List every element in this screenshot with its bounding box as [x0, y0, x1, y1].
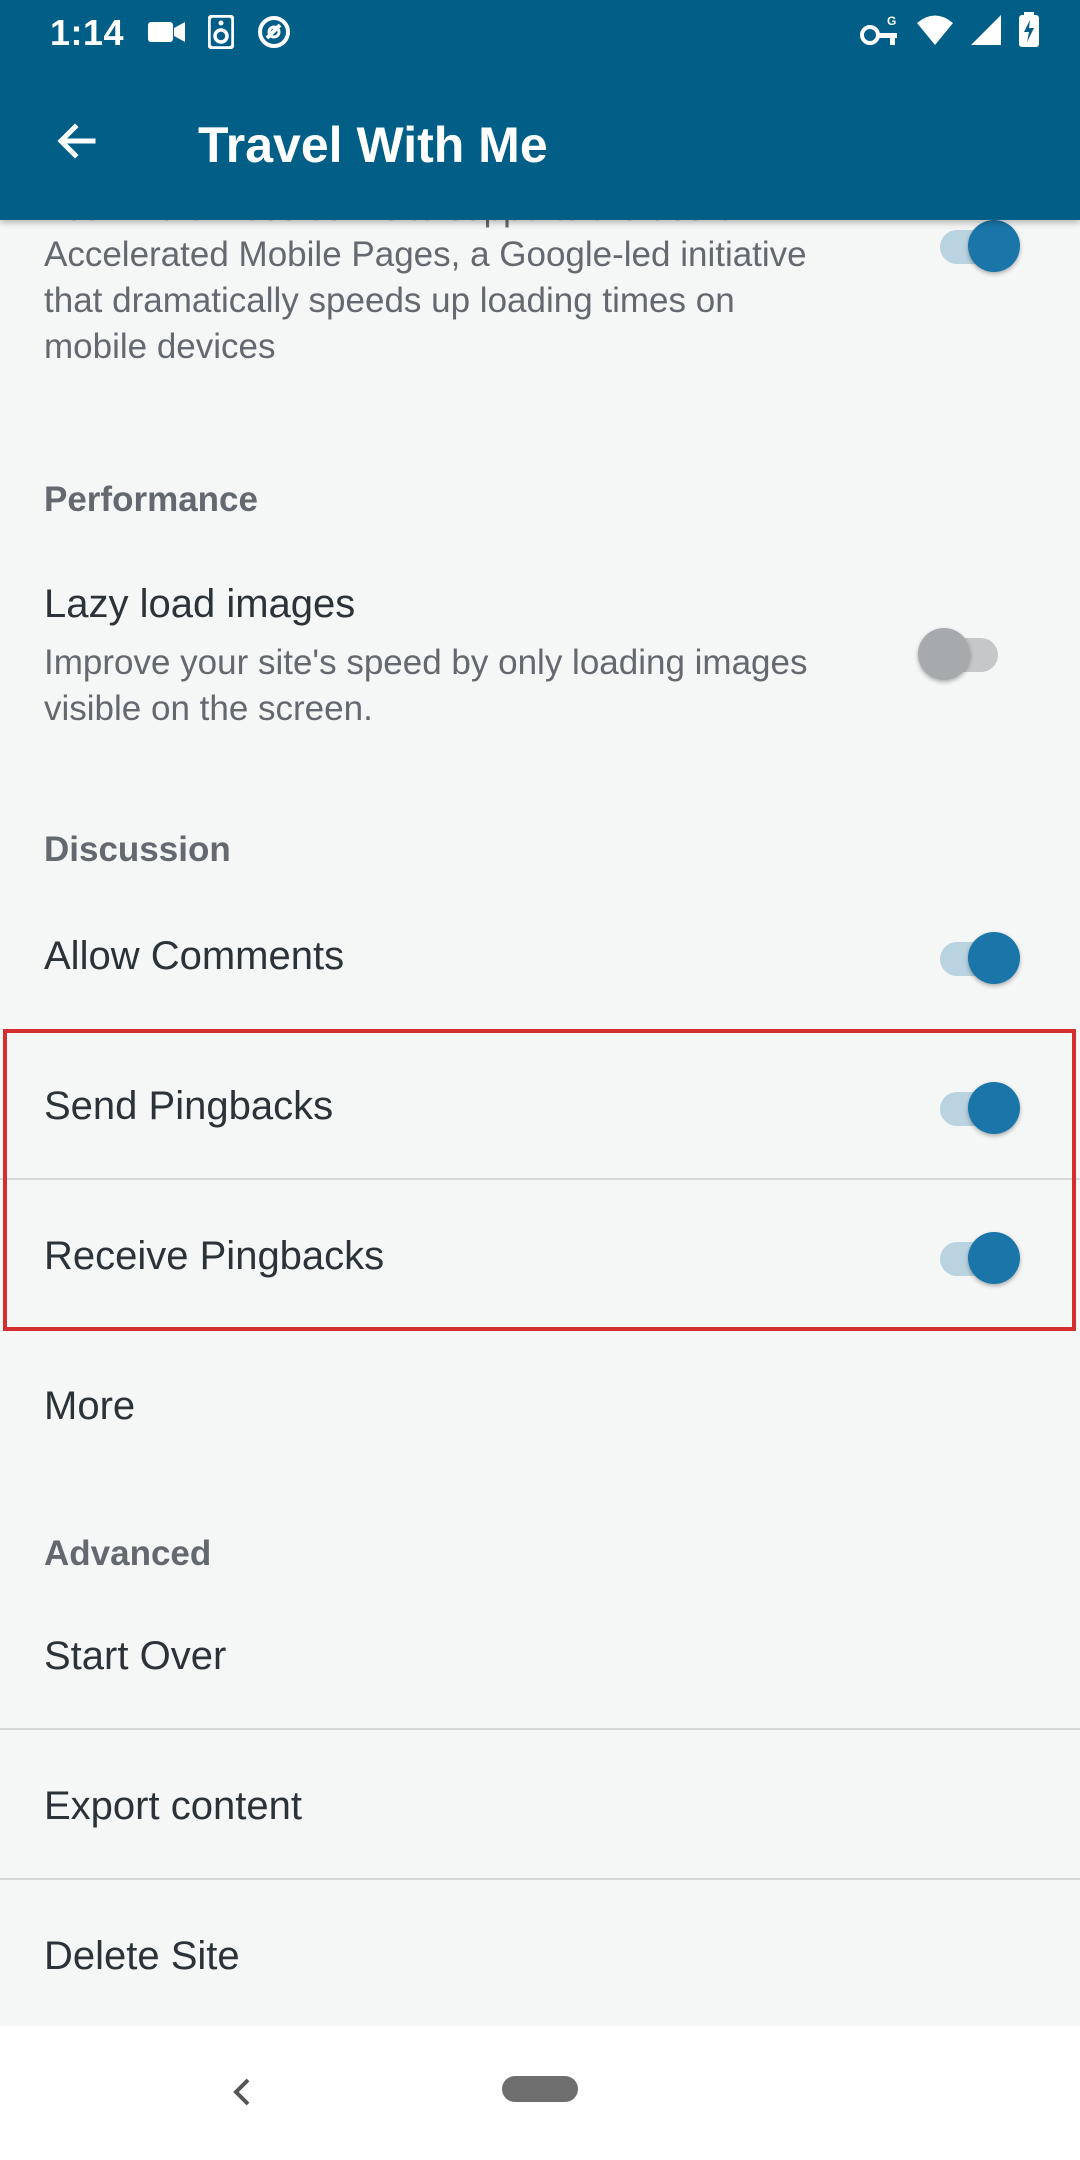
export-content-item[interactable]: Export content	[44, 1784, 302, 1829]
divider	[0, 1728, 1080, 1730]
start-over-item[interactable]: Start Over	[44, 1634, 226, 1679]
section-header-advanced: Advanced	[44, 1534, 212, 1573]
sync-icon	[256, 14, 292, 55]
vpn-key-icon: G	[860, 13, 900, 52]
battery-icon	[1018, 12, 1040, 53]
lazy-load-subtitle: Improve your site's speed by only loadin…	[44, 643, 808, 728]
divider	[0, 1878, 1080, 1880]
allow-comments-toggle[interactable]	[936, 922, 1020, 992]
video-icon	[148, 19, 186, 50]
delete-site-item[interactable]: Delete Site	[44, 1934, 240, 1979]
status-bar: 1:14 G	[0, 0, 1080, 66]
back-button[interactable]	[40, 106, 114, 180]
top-app-bar: 1:14 G Travel With Me	[0, 0, 1080, 220]
lazy-load-toggle[interactable]	[918, 618, 1002, 688]
arrow-back-icon	[53, 117, 101, 170]
signal-icon	[970, 14, 1002, 51]
wifi-icon	[916, 14, 954, 51]
nav-home-pill-icon[interactable]	[502, 2076, 578, 2102]
speaker-icon	[207, 14, 235, 54]
allow-comments-title[interactable]: Allow Comments	[44, 934, 344, 979]
system-nav-bar	[0, 2026, 1080, 2160]
app-bar: Travel With Me	[0, 66, 1080, 220]
status-time: 1:14	[50, 12, 125, 53]
svg-text:G: G	[887, 14, 896, 28]
lazy-load-title[interactable]: Lazy load images	[44, 582, 355, 627]
amp-toggle[interactable]	[936, 220, 1020, 280]
section-header-discussion: Discussion	[44, 830, 231, 869]
section-header-performance: Performance	[44, 480, 258, 519]
highlight-box	[3, 1029, 1076, 1331]
more-item[interactable]: More	[44, 1384, 135, 1429]
nav-back-button[interactable]	[222, 2072, 262, 2112]
amp-description: Your WordPress.com site supports the use…	[44, 220, 807, 366]
nav-back-icon	[222, 2078, 262, 2116]
page-title: Travel With Me	[198, 117, 548, 173]
